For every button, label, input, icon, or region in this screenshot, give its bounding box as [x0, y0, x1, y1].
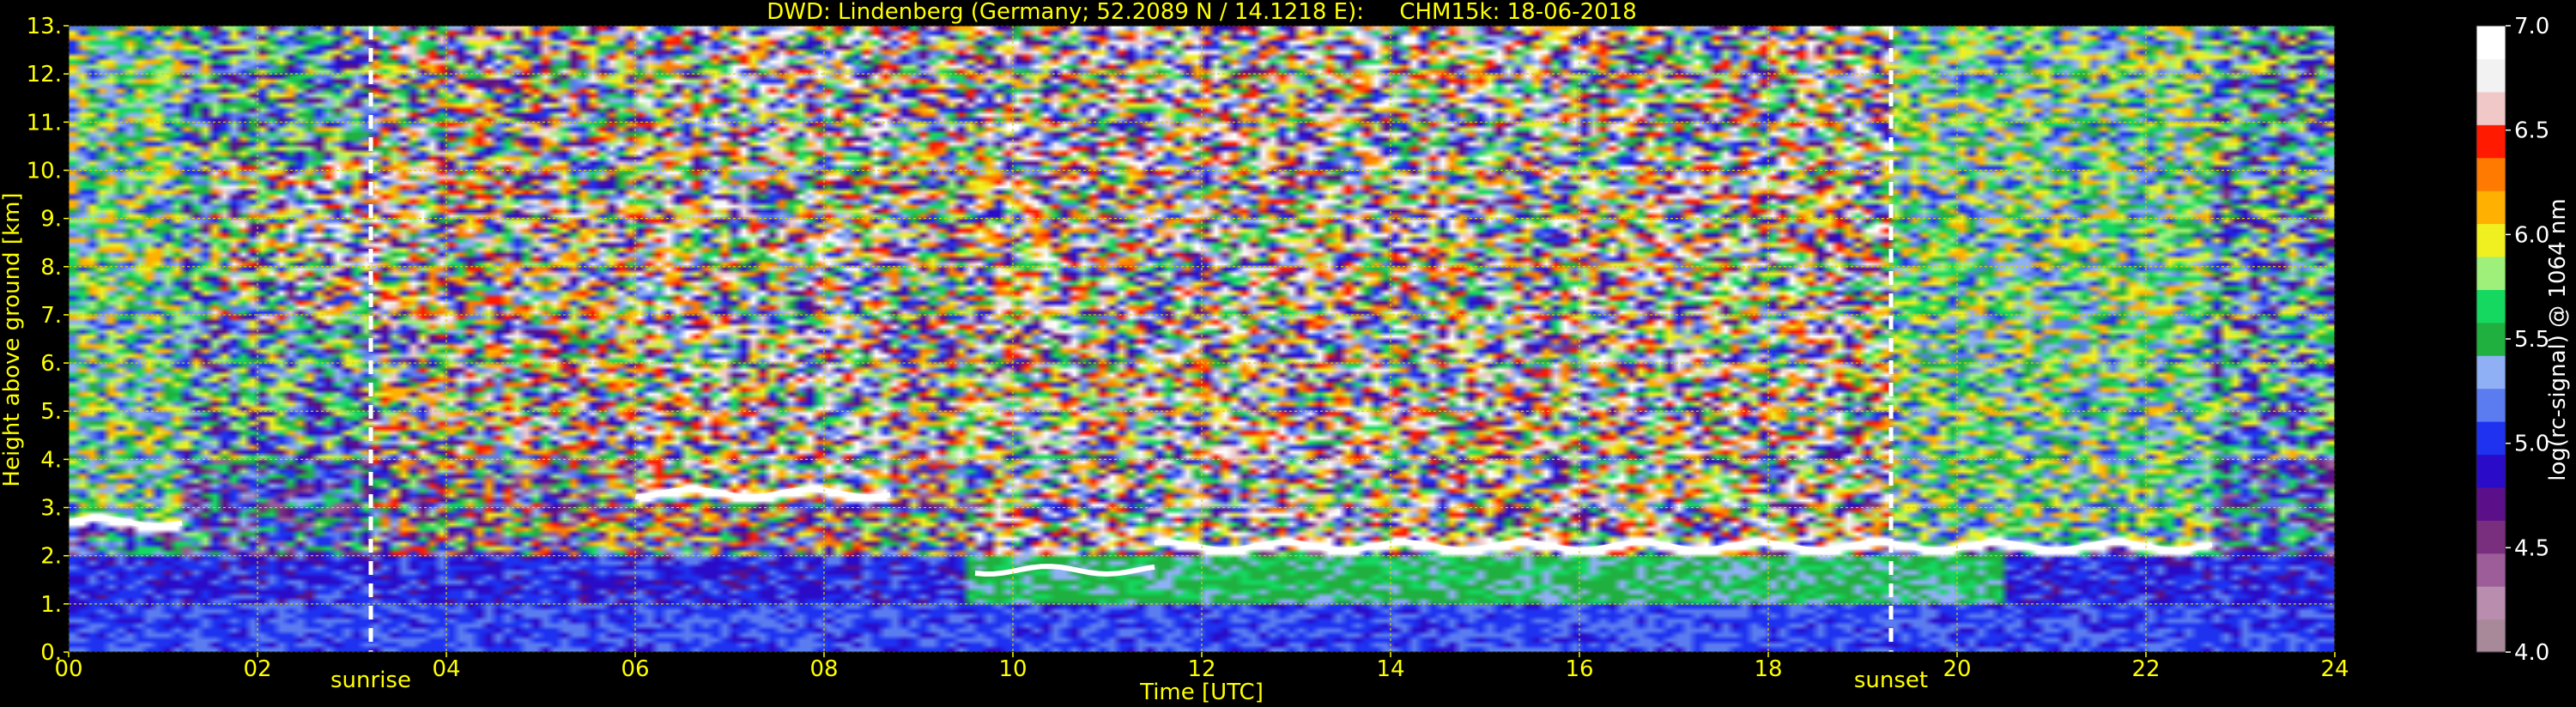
x-tick-label: 10 — [998, 656, 1027, 682]
y-tick-label: 12. — [27, 62, 62, 88]
colorbar-segment — [2476, 322, 2506, 356]
x-tick-label: 14 — [1376, 656, 1404, 682]
colorbar-segment — [2476, 157, 2506, 191]
y-tick-label: 0. — [40, 640, 62, 666]
colorbar-segment — [2476, 520, 2506, 554]
y-tick-label: 1. — [40, 592, 62, 618]
colorbar-segment — [2476, 454, 2506, 488]
colorbar-segment — [2476, 91, 2506, 125]
colorbar-segment — [2476, 124, 2506, 159]
x-tick-label: 12 — [1187, 656, 1215, 682]
y-axis-label: Height above ground [km] — [0, 192, 25, 486]
colorbar-tick-label: 6.5 — [2514, 118, 2549, 144]
x-tick-label: 22 — [2131, 656, 2160, 682]
colorbar-segment — [2476, 26, 2506, 60]
y-tick-label: 3. — [40, 496, 62, 522]
y-tick-label: 9. — [40, 207, 62, 233]
colorbar-segment — [2476, 421, 2506, 456]
lidar-chart: DWD: Lindenberg (Germany; 52.2089 N / 14… — [0, 0, 2576, 707]
x-tick-label: 06 — [621, 656, 649, 682]
colorbar-segment — [2476, 388, 2506, 422]
colorbar-segment — [2476, 289, 2506, 323]
y-tick-label: 8. — [40, 255, 62, 281]
colorbar-label: log(rc-signal) @ 1064 nm — [2545, 198, 2571, 480]
y-tick-label: 6. — [40, 351, 62, 377]
x-tick-label: 02 — [243, 656, 271, 682]
colorbar-tick-label: 4.0 — [2514, 640, 2549, 666]
colorbar-segment — [2476, 486, 2506, 521]
colorbar-segment — [2476, 190, 2506, 225]
y-tick-label: 11. — [27, 110, 62, 136]
event-label-sunrise: sunrise — [330, 668, 411, 693]
y-tick-label: 2. — [40, 544, 62, 570]
y-tick-label: 4. — [40, 447, 62, 473]
colorbar-segment — [2476, 58, 2506, 93]
x-tick-label: 20 — [1943, 656, 1971, 682]
x-tick-label: 18 — [1754, 656, 1782, 682]
y-tick-label: 10. — [27, 158, 62, 184]
y-tick-label: 5. — [40, 399, 62, 425]
colorbar-segment — [2476, 355, 2506, 390]
y-tick-label: 7. — [40, 303, 62, 329]
x-tick-label: 08 — [809, 656, 838, 682]
colorbar-segment — [2476, 586, 2506, 620]
x-tick-label: 16 — [1565, 656, 1593, 682]
x-axis-label: Time [UTC] — [1139, 680, 1264, 705]
colorbar-segment — [2476, 256, 2506, 290]
colorbar-segment — [2476, 223, 2506, 257]
colorbar-segment — [2476, 619, 2506, 653]
colorbar-tick-label: 7.0 — [2514, 14, 2549, 39]
event-label-sunset: sunset — [1854, 668, 1928, 693]
y-tick-label: 13. — [27, 14, 62, 39]
x-tick-label: 24 — [2320, 656, 2349, 682]
chart-title: DWD: Lindenberg (Germany; 52.2089 N / 14… — [767, 0, 1636, 25]
colorbar-tick-label: 4.5 — [2514, 535, 2549, 561]
x-tick-label: 04 — [432, 656, 460, 682]
colorbar-segment — [2476, 553, 2506, 587]
